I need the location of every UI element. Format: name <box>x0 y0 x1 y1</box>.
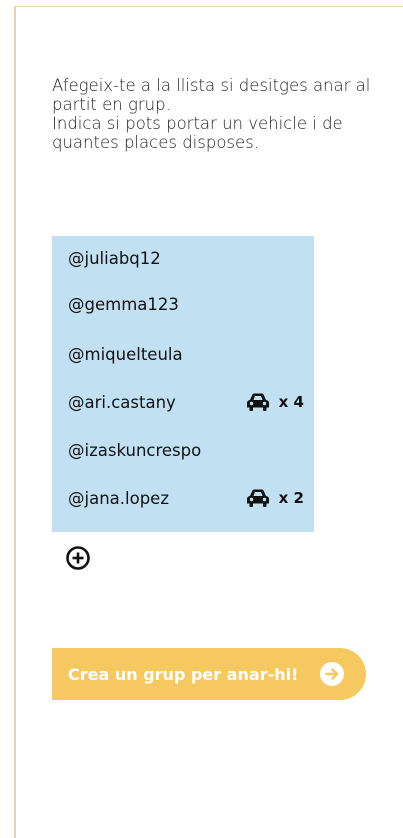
create-group-button[interactable]: Crea un grup per anar-hi! <box>52 648 366 700</box>
list-item: @jana.lopez x 2 <box>68 486 304 510</box>
seat-count: x 2 <box>278 489 304 507</box>
intro-line-1: Afegeix-te a la llista si desitges anar … <box>52 76 371 114</box>
member-handle[interactable]: @gemma123 <box>68 295 304 314</box>
member-handle[interactable]: @ari.castany <box>68 393 245 412</box>
car-seats: x 4 <box>245 392 304 412</box>
list-item: @juliabq12 <box>68 246 304 270</box>
list-item: @izaskuncrespo <box>68 438 304 462</box>
member-handle[interactable]: @miquelteula <box>68 345 304 364</box>
member-handle[interactable]: @izaskuncrespo <box>68 441 304 460</box>
plus-circle-icon <box>66 546 90 570</box>
list-item: @ari.castany x 4 <box>68 390 304 414</box>
create-group-label: Crea un grup per anar-hi! <box>68 664 299 684</box>
add-member-button[interactable] <box>65 545 91 571</box>
member-handle[interactable]: @jana.lopez <box>68 489 245 508</box>
car-icon <box>246 489 269 507</box>
car-seats: x 2 <box>245 488 304 508</box>
member-list: @juliabq12 @gemma123 @miquelteula @ari.c… <box>52 236 314 532</box>
list-item: @gemma123 <box>68 292 304 316</box>
intro-line-2: Indica si pots portar un vehicle i de qu… <box>52 114 343 152</box>
member-handle[interactable]: @juliabq12 <box>68 249 304 268</box>
arrow-right-circle-icon <box>320 662 344 686</box>
seat-count: x 4 <box>278 393 304 411</box>
car-icon <box>246 393 269 411</box>
list-item: @miquelteula <box>68 342 304 366</box>
intro-text: Afegeix-te a la llista si desitges anar … <box>52 76 382 152</box>
